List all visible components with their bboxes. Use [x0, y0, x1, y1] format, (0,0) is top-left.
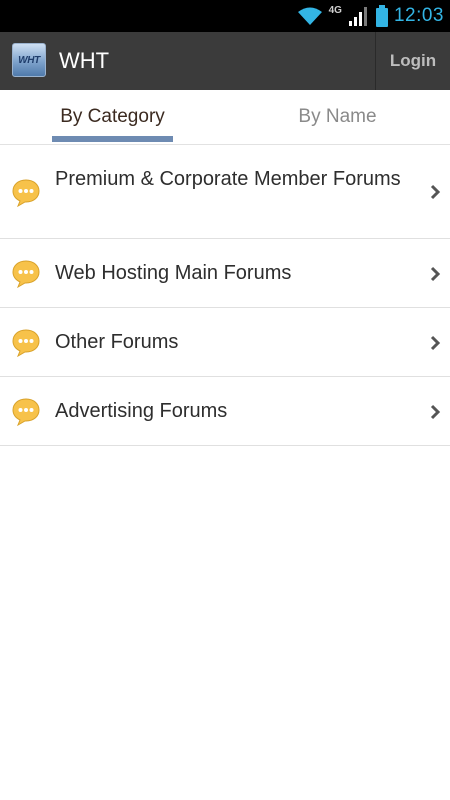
forum-category-item[interactable]: Advertising Forums: [0, 377, 450, 446]
chevron-right-icon: [430, 335, 441, 351]
network-type: 4G: [328, 4, 342, 16]
speech-bubble-icon: [12, 329, 40, 357]
forum-category-item[interactable]: Other Forums: [0, 308, 450, 377]
signal-icon: [348, 7, 367, 26]
forum-category-label: Advertising Forums: [55, 400, 228, 422]
speech-bubble-icon: [12, 398, 40, 426]
forum-category-item[interactable]: Web Hosting Main Forums: [0, 239, 450, 308]
logo-text: WHT: [18, 54, 40, 66]
tab-bar: By Category By Name: [0, 90, 450, 145]
action-bar: WHT WHT Login: [0, 32, 450, 90]
tab-selected-indicator: [52, 136, 173, 142]
chevron-right-icon: [430, 266, 441, 282]
status-icons: 4G 12:03: [297, 0, 444, 32]
forum-category-list: Premium & Corporate Member Forums Web Ho…: [0, 145, 450, 446]
forum-category-label: Premium & Corporate Member Forums: [55, 168, 401, 190]
status-time: 12:03: [393, 5, 444, 26]
tab-by-name[interactable]: By Name: [225, 90, 450, 144]
forum-category-label: Web Hosting Main Forums: [55, 262, 292, 284]
wifi-icon: [297, 7, 322, 25]
app-logo-icon[interactable]: WHT: [12, 43, 46, 77]
app-title: WHT: [59, 48, 110, 73]
speech-bubble-icon: [12, 260, 40, 288]
chevron-right-icon: [430, 404, 441, 420]
forum-category-label: Other Forums: [55, 331, 179, 353]
login-button[interactable]: Login: [375, 32, 450, 90]
forum-category-item[interactable]: Premium & Corporate Member Forums: [0, 145, 450, 239]
speech-bubble-icon: [12, 179, 40, 207]
battery-icon: [375, 5, 388, 27]
chevron-right-icon: [430, 184, 441, 200]
status-bar: 4G 12:03: [0, 0, 450, 32]
